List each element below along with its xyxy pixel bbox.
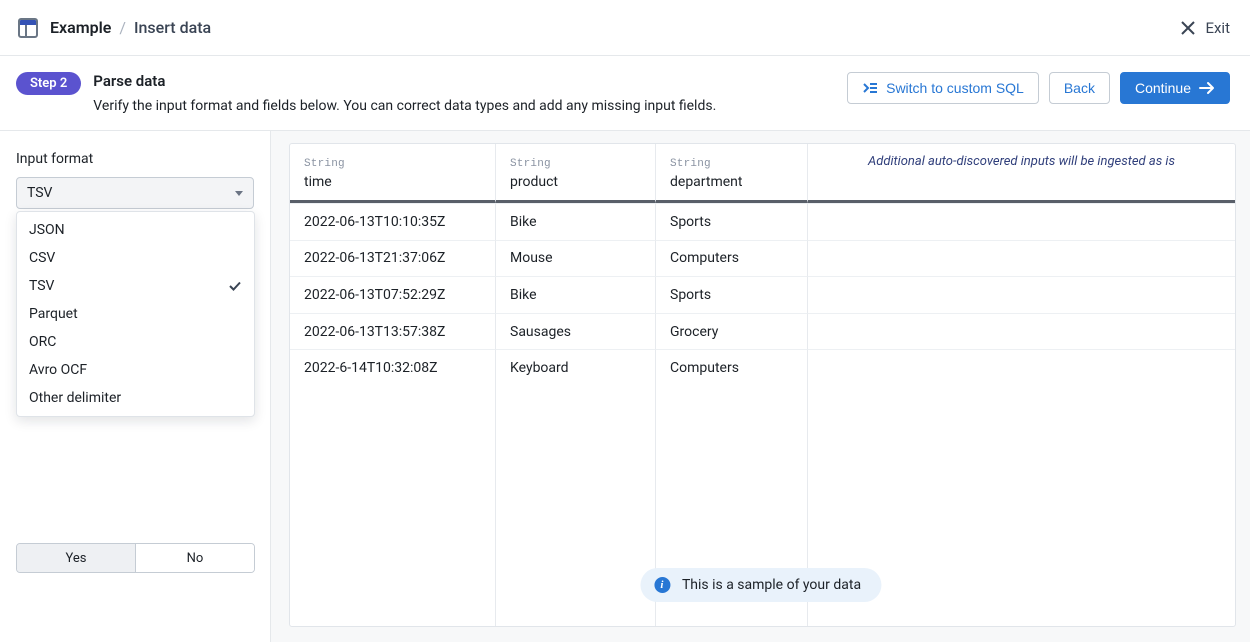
input-format-select[interactable]: TSV	[16, 177, 254, 209]
table-cell: Sports	[656, 276, 808, 313]
table-cell-extra	[808, 349, 1235, 386]
table-cell: Grocery	[656, 313, 808, 350]
table-cell: 2022-6-14T10:32:08Z	[290, 349, 496, 386]
switch-sql-label: Switch to custom SQL	[886, 80, 1024, 96]
dropdown-option[interactable]: JSON	[17, 216, 254, 244]
dropdown-option-label: TSV	[29, 278, 54, 294]
column-type: String	[670, 158, 711, 170]
breadcrumb-separator-icon: /	[119, 18, 126, 37]
close-icon	[1181, 21, 1195, 35]
toast-text: This is a sample of your data	[682, 577, 861, 593]
dropdown-option-label: Parquet	[29, 306, 78, 322]
exit-button[interactable]: Exit	[1181, 19, 1230, 37]
check-icon	[228, 279, 242, 293]
dropdown-option[interactable]: Other delimiter	[17, 384, 254, 412]
input-format-label: Input format	[16, 151, 254, 167]
table-cell	[290, 386, 496, 626]
table-row: 2022-06-13T13:57:38ZSausagesGrocery	[290, 313, 1235, 350]
table-cell: Keyboard	[496, 349, 656, 386]
table-cell-extra	[808, 313, 1235, 350]
table-cell: Bike	[496, 276, 656, 313]
sidebar: Input format TSV JSON CSV TSV Parquet ORC Avr…	[0, 131, 271, 642]
dropdown-option[interactable]: ORC	[17, 328, 254, 356]
dropdown-option[interactable]: CSV	[17, 244, 254, 272]
extra-columns-note: Additional auto-discovered inputs will b…	[822, 154, 1221, 169]
step-buttons: Switch to custom SQL Back Continue	[847, 72, 1230, 104]
table-cell: Sausages	[496, 313, 656, 350]
input-format-value: TSV	[27, 185, 52, 201]
column-type: String	[304, 158, 345, 170]
column-header-product[interactable]: String product	[496, 144, 656, 203]
dropdown-option[interactable]: Parquet	[17, 300, 254, 328]
back-button[interactable]: Back	[1049, 72, 1110, 104]
column-header-extra: Additional auto-discovered inputs will b…	[808, 144, 1235, 203]
segmented-control: Yes No	[16, 543, 255, 573]
step-pill: Step 2	[16, 72, 81, 95]
app-icon	[18, 18, 38, 38]
dropdown-option[interactable]: TSV	[17, 272, 254, 300]
table-cell-extra	[808, 203, 1235, 240]
segmented-no[interactable]: No	[135, 544, 254, 572]
step-title: Parse data	[93, 72, 716, 90]
dropdown-option-label: Avro OCF	[29, 362, 87, 378]
table-row: 2022-06-13T07:52:29ZBikeSports	[290, 276, 1235, 313]
table-cell	[496, 386, 656, 626]
sql-icon	[862, 81, 878, 95]
table-cell-extra	[808, 276, 1235, 313]
table-cell: 2022-06-13T21:37:06Z	[290, 240, 496, 277]
table-cell: Sports	[656, 203, 808, 240]
table-cell: Computers	[656, 240, 808, 277]
step-text: Parse data Verify the input format and f…	[93, 72, 716, 114]
exit-label: Exit	[1205, 19, 1230, 37]
sample-data-toast: i This is a sample of your data	[640, 568, 881, 602]
table-row: 2022-06-13T10:10:35ZBikeSports	[290, 203, 1235, 240]
top-bar: Example / Insert data Exit	[0, 0, 1250, 56]
dropdown-option-label: Other delimiter	[29, 390, 121, 406]
column-name: time	[304, 174, 481, 190]
continue-button[interactable]: Continue	[1120, 72, 1230, 104]
step-bar: Step 2 Parse data Verify the input forma…	[0, 56, 1250, 131]
chevron-down-icon	[235, 191, 243, 196]
table-cell: 2022-06-13T13:57:38Z	[290, 313, 496, 350]
switch-to-custom-sql-button[interactable]: Switch to custom SQL	[847, 72, 1039, 104]
segmented-yes[interactable]: Yes	[17, 544, 135, 572]
table-row: 2022-6-14T10:32:08ZKeyboardComputers	[290, 349, 1235, 386]
breadcrumb-app[interactable]: Example	[50, 18, 111, 37]
back-label: Back	[1064, 80, 1095, 96]
preview-table: String time String product String depart…	[289, 143, 1236, 627]
table-header-row: String time String product String depart…	[290, 144, 1235, 203]
column-name: department	[670, 174, 793, 190]
input-format-dropdown: JSON CSV TSV Parquet ORC Avro OCF Other delimi…	[16, 211, 255, 417]
table-row: 2022-06-13T21:37:06ZMouseComputers	[290, 240, 1235, 277]
dropdown-option[interactable]: Avro OCF	[17, 356, 254, 384]
table-cell: Bike	[496, 203, 656, 240]
main: Input format TSV JSON CSV TSV Parquet ORC Avr…	[0, 131, 1250, 642]
dropdown-option-label: JSON	[29, 222, 65, 238]
table-cell-extra	[808, 240, 1235, 277]
continue-label: Continue	[1135, 80, 1191, 96]
breadcrumb-page: Insert data	[134, 18, 211, 37]
table-cell: 2022-06-13T07:52:29Z	[290, 276, 496, 313]
column-type: String	[510, 158, 551, 170]
table-cell: Computers	[656, 349, 808, 386]
table-cell: 2022-06-13T10:10:35Z	[290, 203, 496, 240]
breadcrumb: Example / Insert data	[50, 18, 211, 37]
table-cell: Mouse	[496, 240, 656, 277]
info-icon: i	[654, 577, 670, 593]
content-area: String time String product String depart…	[271, 131, 1250, 642]
dropdown-option-label: CSV	[29, 250, 55, 266]
column-header-time[interactable]: String time	[290, 144, 496, 203]
dropdown-option-label: ORC	[29, 334, 56, 350]
step-description: Verify the input format and fields below…	[93, 98, 716, 114]
arrow-right-icon	[1199, 81, 1215, 95]
column-header-department[interactable]: String department	[656, 144, 808, 203]
column-name: product	[510, 174, 641, 190]
